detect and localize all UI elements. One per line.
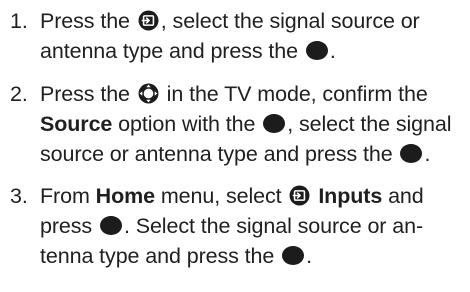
step-text: . — [306, 244, 313, 268]
source-option-label: Source — [40, 112, 113, 136]
step-text: From — [40, 184, 90, 208]
ok-button-icon — [400, 144, 423, 163]
step-text: Press the — [40, 82, 130, 106]
step-1: 1. Press the , select the signal source … — [0, 6, 470, 66]
instruction-document: 1. Press the , select the signal source … — [0, 0, 470, 292]
home-menu-label: Home — [95, 184, 155, 208]
ok-button-icon — [282, 246, 305, 265]
step-number: 1. — [10, 9, 28, 33]
ok-button-icon — [305, 41, 328, 60]
step-text: . Select the signal source or an- tenna … — [40, 214, 424, 268]
navigation-pad-icon — [138, 83, 159, 104]
step-3: 3. From Home menu, select Inputs and pre… — [0, 181, 470, 271]
ok-button-icon — [99, 216, 122, 235]
step-text: . — [424, 142, 431, 166]
input-source-icon — [289, 185, 310, 206]
step-text: Press the — [40, 9, 130, 33]
ok-button-icon — [263, 114, 286, 133]
step-text: in the TV mode, confirm the — [166, 82, 428, 106]
instruction-steps-list: 1. Press the , select the signal source … — [0, 0, 470, 268]
step-number: 2. — [10, 82, 28, 106]
step-text: menu, select — [160, 184, 282, 208]
step-2: 2. Press the in the TV mode, confirm the… — [0, 79, 470, 169]
input-source-icon — [138, 10, 159, 31]
step-text: option with the — [118, 112, 256, 136]
inputs-menu-label: Inputs — [318, 184, 383, 208]
step-text: . — [329, 39, 336, 63]
step-number: 3. — [10, 184, 28, 208]
